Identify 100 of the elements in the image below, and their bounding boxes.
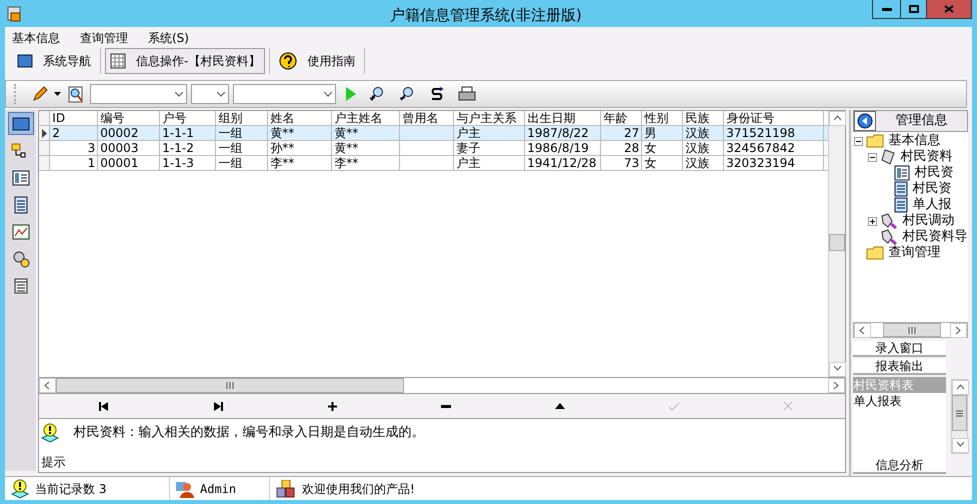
document-icon [894,197,908,213]
table-cell: 1941/12/28 [527,156,596,170]
side-tool-button[interactable] [8,112,34,135]
section-header[interactable]: 信息分析 [853,458,946,474]
table-cell: 黄** [334,141,358,155]
table-cell: 户主 [456,156,480,170]
expand-box[interactable] [868,216,878,226]
zoom-out-button[interactable] [398,85,416,103]
pencil-icon [32,86,48,102]
table-cell: 2 [52,126,60,140]
hint-label: 提示 [41,454,66,471]
row-pointer-icon [42,128,47,138]
column-header[interactable]: 曾用名 [400,111,454,125]
document-icon [894,181,908,197]
chevron-icon [834,115,842,122]
table-icon [14,278,28,294]
collapse-box[interactable] [868,152,878,162]
scroll-thumb[interactable] [829,234,846,251]
scroll-thumb[interactable] [56,378,404,393]
tree-item[interactable]: 查询管理 [886,245,940,261]
zoom-in-button[interactable] [368,85,386,103]
column-header[interactable]: 户主姓名 [332,111,400,125]
column-header[interactable]: 出生日期 [525,111,602,125]
section-header[interactable]: 录入窗口 [853,341,946,357]
table-cell: 1986/8/19 [527,141,589,155]
column-header[interactable]: 组别 [216,111,268,125]
scroll-up-button[interactable] [952,380,969,395]
maximize-icon [908,5,918,13]
table-cell: 男 [644,126,656,140]
table-row[interactable]: 1 00001 1-1-3 一组 李** 李** 户主 1941/12/28 73 女 汉族 320323194 [39,156,828,171]
column-header[interactable]: 民族 [683,111,724,125]
table-cell: 3 [88,141,96,155]
table-row[interactable]: 3 00003 1-1-2 一组 孙** 黄** 妻子 1986/8/19 28 女 汉族 324567842 [39,141,828,156]
hint-text: 村民资料：输入相关的数据，编号和录入日期是自动生成的。 [73,424,424,442]
form-icon [894,165,910,181]
table-cell: 黄** [270,126,294,140]
tree-item[interactable]: 基本信息 [886,133,940,149]
menu-item[interactable]: 基本信息 [12,28,60,46]
tree-item[interactable]: 村民资 [912,165,954,181]
chevron-icon [859,327,866,334]
list-item[interactable]: 单人报表 [853,393,946,409]
scroll-up-button[interactable] [829,111,846,126]
back-button[interactable] [854,111,876,131]
scroll-down-button[interactable] [829,362,846,377]
help-icon [279,52,298,70]
scroll-down-button[interactable] [952,438,969,453]
scroll-right-button[interactable] [828,378,846,393]
column-header[interactable]: 性别 [642,111,684,125]
zoom-out-icon [399,86,415,102]
table-cell: 1987/8/22 [527,126,589,140]
table-row[interactable]: 2 00002 1-1-1 一组 黄** 黄** 户主 1987/8/22 27 男 汉族 371521198 [39,126,828,141]
table-cell: 371521198 [726,126,795,140]
folder-icon [866,246,884,260]
dropdown-arrow[interactable] [54,92,62,96]
pencil-button[interactable] [30,84,50,104]
table-cell: 汉族 [685,126,710,140]
horizontal-scrollbar[interactable] [853,322,968,338]
combo-box[interactable] [233,84,336,104]
view-tab[interactable]: 系统导航 [12,48,96,74]
column-header[interactable]: 年龄 [601,111,642,125]
printer-button[interactable] [458,85,476,103]
tree-item[interactable]: 村民调动 [900,213,954,229]
zoom-in-icon [369,86,385,102]
printer-icon [458,86,476,102]
menu-item[interactable]: 系统(S) [148,28,189,46]
tree-item[interactable]: 村民资料导 [900,229,968,245]
scroll-left-button[interactable] [854,323,872,338]
table-cell: 28 [624,141,640,155]
table-cell: 李** [334,156,358,170]
column-header[interactable]: 户号 [160,111,216,125]
row-header[interactable] [39,126,50,140]
collapse-box[interactable] [854,136,864,146]
table-cell: 1-1-2 [162,141,194,155]
close-icon [944,5,954,13]
panel-title: 管理信息 [894,112,949,130]
tree-item[interactable]: 村民资 [910,181,952,197]
view-tab[interactable]: 信息操作-【村民资料】 [105,48,266,74]
column-header[interactable]: 姓名 [268,111,332,125]
scroll-left-button[interactable] [39,378,56,393]
tree-item[interactable]: 村民资料 [898,149,952,165]
column-header[interactable]: 与户主关系 [454,111,526,125]
close-button[interactable] [927,0,971,18]
scroll-thumb[interactable] [883,323,942,337]
table-cell: 1-1-1 [162,126,194,140]
combo-box[interactable] [191,84,229,104]
view-tab[interactable]: 使用指南 [274,48,360,74]
column-header[interactable]: 编号 [98,111,160,125]
table-cell: 妻子 [456,141,480,155]
menu-item[interactable]: 查询管理 [80,28,128,46]
column-header[interactable]: ID [50,111,98,125]
scroll-thumb[interactable] [952,395,967,431]
section-header[interactable]: 报表输出 [853,359,946,375]
refresh-icon [429,86,445,102]
table-cell: 李** [270,156,294,170]
table-cell: 女 [644,141,656,155]
magnifier-icon [68,86,84,102]
column-header[interactable]: 身份证号 [724,111,824,125]
scroll-right-button[interactable] [950,323,967,338]
tree-item[interactable]: 单人报 [910,197,952,213]
play-icon [346,87,356,101]
